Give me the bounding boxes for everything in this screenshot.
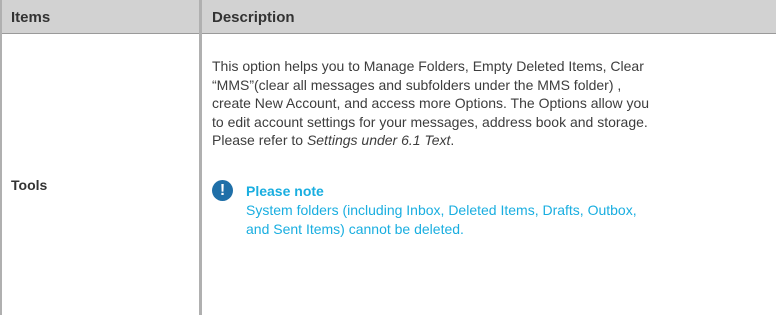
refer-line: Please refer to Settings under 6.1 Text. (212, 131, 757, 150)
description-line: “MMS”(clear all messages and subfolders … (212, 76, 622, 93)
column-divider (199, 0, 202, 315)
note-body-line: System folders (including Inbox, Deleted… (246, 202, 637, 218)
exclamation-icon: ! (212, 180, 233, 201)
table-left-border (0, 0, 2, 315)
refer-link-text: Settings under 6.1 Text (306, 132, 451, 148)
header-description: Description (212, 9, 295, 26)
note-title: Please note (246, 183, 324, 199)
description-line: This option helps you to Manage Folders,… (212, 58, 644, 74)
refer-suffix: . (450, 132, 455, 148)
item-description: This option helps you to Manage Folders,… (212, 57, 757, 150)
note-body: System folders (including Inbox, Deleted… (246, 201, 756, 238)
header-items: Items (11, 9, 51, 26)
note-body-line: and Sent Items) cannot be deleted. (246, 220, 464, 237)
refer-prefix: Please refer to (212, 132, 307, 148)
item-label-tools: Tools (11, 177, 48, 193)
info-table: Items Description Tools This option help… (0, 0, 776, 315)
description-line: to edit account settings for your messag… (212, 113, 648, 130)
table-header-row: Items Description (0, 0, 776, 34)
description-line: create New Account, and access more Opti… (212, 95, 650, 111)
